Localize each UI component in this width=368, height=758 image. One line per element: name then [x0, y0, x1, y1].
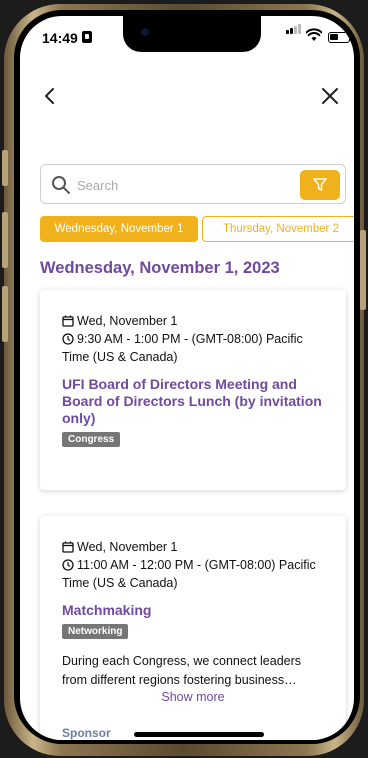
phone-side-button [360, 230, 366, 310]
clock-icon [62, 333, 74, 345]
event-tag: Networking [62, 624, 129, 639]
event-time-row: 9:30 AM - 1:00 PM - (GMT-08:00) Pacific … [62, 330, 322, 366]
event-time-row: 11:00 AM - 12:00 PM - (GMT-08:00) Pacifi… [62, 556, 322, 592]
event-tag: Congress [62, 432, 121, 447]
search-icon [52, 176, 70, 194]
wifi-icon [306, 28, 322, 41]
phone-side-button [2, 286, 8, 342]
app-screen: 14:49 Wednesday, N [20, 16, 354, 740]
event-description: During each Congress, we connect leaders… [62, 654, 302, 687]
focus-icon [82, 31, 92, 43]
show-more-link[interactable]: Show more [40, 690, 346, 704]
event-date-row: Wed, November 1 [62, 312, 178, 330]
status-time: 14:49 [42, 30, 78, 46]
event-date: Wed, November 1 [77, 540, 178, 554]
battery-icon [328, 32, 353, 43]
close-icon[interactable] [318, 84, 342, 108]
calendar-icon [62, 541, 74, 553]
phone-side-button [2, 212, 8, 268]
event-card[interactable]: Wed, November 1 9:30 AM - 1:00 PM - (GMT… [40, 290, 346, 490]
filter-button[interactable] [300, 170, 340, 200]
calendar-icon [62, 315, 74, 327]
event-title[interactable]: Matchmaking [62, 602, 322, 619]
event-card[interactable]: Wed, November 1 11:00 AM - 12:00 PM - (G… [40, 516, 346, 740]
date-tabs: Wednesday, November 1 Thursday, November… [40, 216, 354, 242]
back-arrow-icon[interactable] [38, 84, 62, 108]
event-date: Wed, November 1 [77, 314, 178, 328]
event-time: 11:00 AM - 12:00 PM - (GMT-08:00) Pacifi… [62, 558, 316, 590]
filter-icon [313, 178, 327, 191]
sponsor-label: Sponsor [62, 726, 111, 740]
search-bar [40, 164, 346, 204]
day-heading: Wednesday, November 1, 2023 [40, 259, 280, 277]
event-title[interactable]: UFI Board of Directors Meeting and Board… [62, 376, 322, 427]
event-date-row: Wed, November 1 [62, 538, 178, 556]
status-bar: 14:49 [20, 16, 354, 56]
clock-icon [62, 559, 74, 571]
date-tab-thursday[interactable]: Thursday, November 2 [202, 216, 354, 242]
home-indicator[interactable] [134, 732, 264, 737]
search-input[interactable] [77, 173, 287, 197]
date-tab-wednesday[interactable]: Wednesday, November 1 [40, 216, 198, 242]
event-time: 9:30 AM - 1:00 PM - (GMT-08:00) Pacific … [62, 332, 303, 364]
phone-side-button [2, 150, 8, 186]
